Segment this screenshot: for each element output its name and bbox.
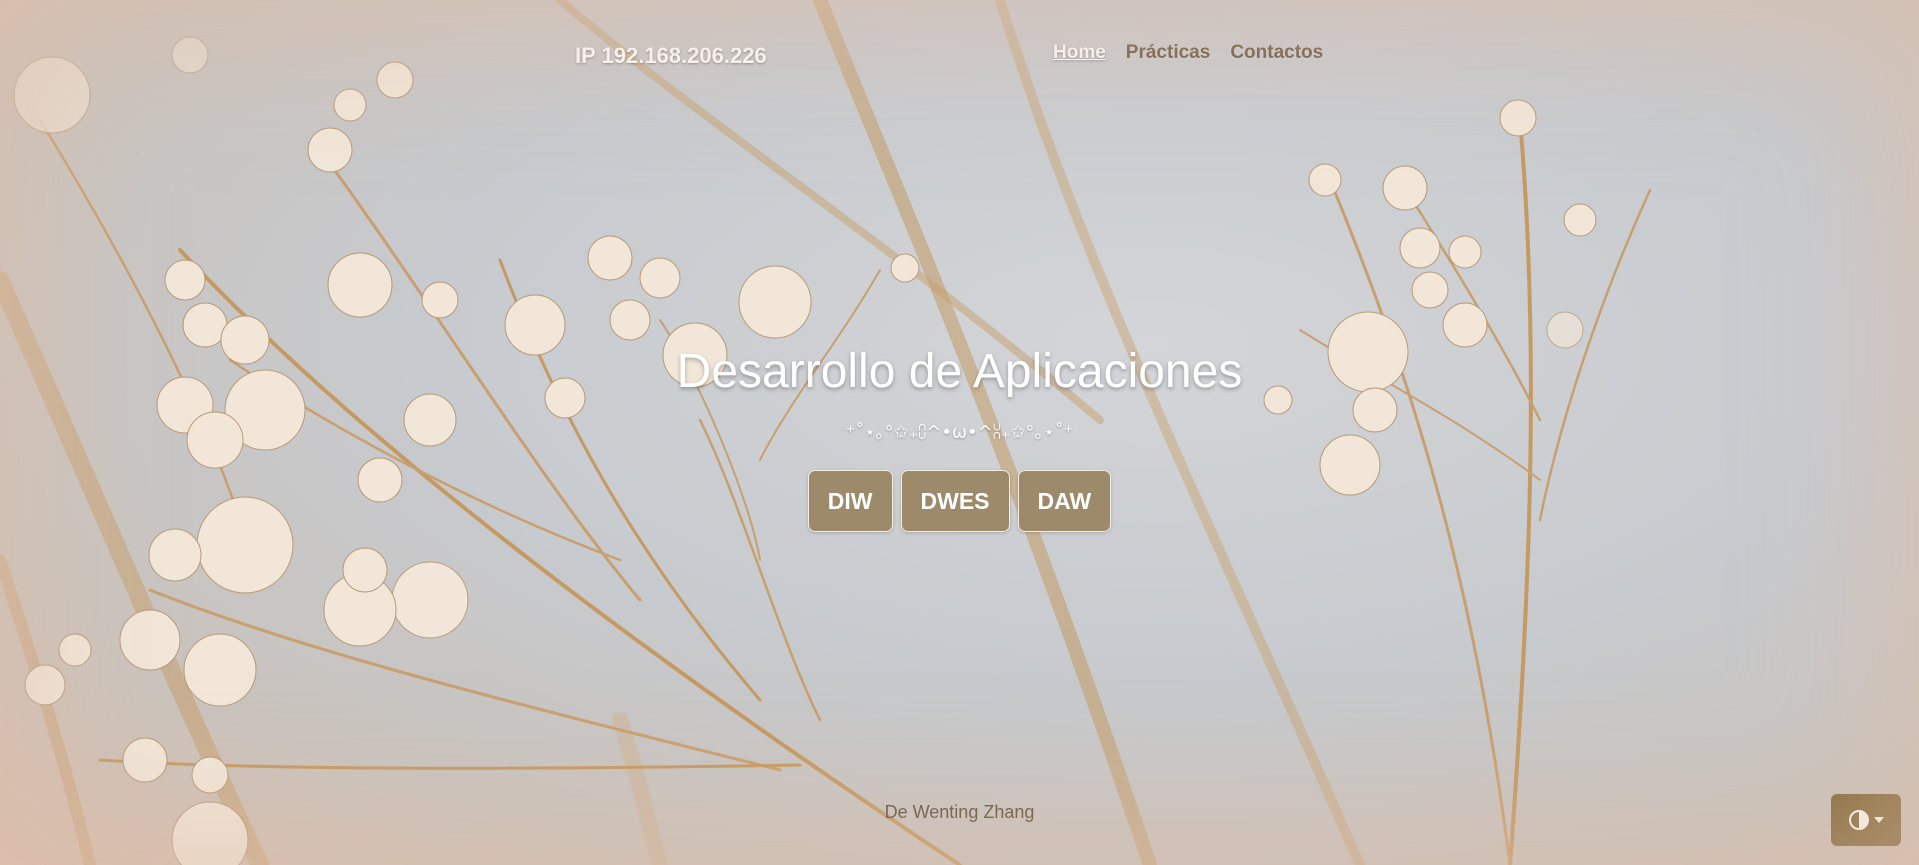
subject-button-group: DIW DWES DAW [0, 470, 1919, 532]
diw-button[interactable]: DIW [807, 470, 893, 532]
half-circle-contrast-icon [1849, 810, 1869, 830]
hero-kaomoji-decoration: ⁺˚⋆｡°✩₊⩇^•ω•^⩆₊✩°｡⋆˚⁺ [845, 422, 1074, 443]
chevron-down-icon [1874, 817, 1884, 823]
hero-title: Desarrollo de Aplicaciones [676, 345, 1243, 398]
nav-link-contactos[interactable]: Contactos [1230, 42, 1323, 64]
footer-credit: De Wenting Zhang [884, 802, 1035, 822]
dwes-button[interactable]: DWES [900, 470, 1010, 532]
navbar-brand[interactable]: IP 192.168.206.226 [575, 43, 767, 69]
page-background: IP 192.168.206.226 Home Prácticas Contac… [0, 0, 1919, 865]
nav-link-practicas[interactable]: Prácticas [1126, 42, 1211, 64]
main-nav: Home Prácticas Contactos [1053, 42, 1323, 64]
daw-button[interactable]: DAW [1017, 470, 1112, 532]
nav-link-home[interactable]: Home [1053, 42, 1106, 64]
theme-toggle-button[interactable] [1831, 794, 1901, 846]
